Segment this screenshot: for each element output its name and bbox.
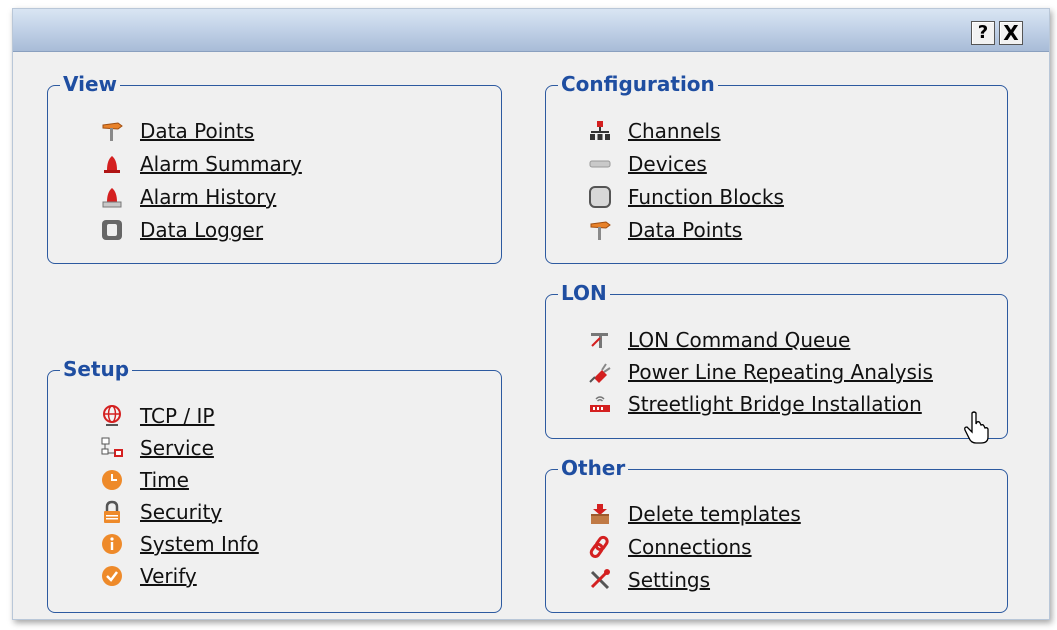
close-button[interactable]: X bbox=[999, 21, 1023, 45]
configuration-group: Configuration Channels Devices Function … bbox=[545, 72, 1008, 264]
view-alarm-summary-link[interactable]: Alarm Summary bbox=[140, 152, 302, 176]
alarm-history-icon bbox=[100, 185, 124, 209]
delete-template-icon bbox=[588, 502, 612, 526]
configuration-channels-link[interactable]: Channels bbox=[628, 119, 721, 143]
other-group-title: Other bbox=[558, 456, 629, 480]
lon-streetlight-bridge-link[interactable]: Streetlight Bridge Installation bbox=[628, 392, 922, 416]
other-item-connections[interactable]: Connections bbox=[588, 532, 752, 562]
view-item-data-logger[interactable]: Data Logger bbox=[100, 215, 263, 245]
view-group: View Data Points Alarm Summary Alarm His… bbox=[47, 72, 502, 264]
setup-item-system-info[interactable]: System Info bbox=[100, 529, 259, 559]
data-point-signpost-icon bbox=[100, 119, 124, 143]
data-logger-icon bbox=[100, 218, 124, 242]
alarm-bell-icon bbox=[100, 152, 124, 176]
lon-item-command-queue[interactable]: LON Command Queue bbox=[588, 325, 850, 355]
network-channels-icon bbox=[588, 119, 612, 143]
setup-security-link[interactable]: Security bbox=[140, 500, 222, 524]
view-item-alarm-summary[interactable]: Alarm Summary bbox=[100, 149, 302, 179]
setup-group-title: Setup bbox=[60, 357, 133, 381]
view-alarm-history-link[interactable]: Alarm History bbox=[140, 185, 276, 209]
lock-icon bbox=[100, 500, 124, 524]
lon-power-line-link[interactable]: Power Line Repeating Analysis bbox=[628, 360, 933, 384]
power-plug-icon bbox=[588, 360, 612, 384]
lon-item-power-line[interactable]: Power Line Repeating Analysis bbox=[588, 357, 933, 387]
service-network-icon bbox=[100, 436, 124, 460]
configuration-item-channels[interactable]: Channels bbox=[588, 116, 721, 146]
other-item-settings[interactable]: Settings bbox=[588, 565, 710, 595]
title-bar: ? X bbox=[13, 9, 1049, 52]
lon-group-title: LON bbox=[558, 281, 610, 305]
lon-command-queue-link[interactable]: LON Command Queue bbox=[628, 328, 850, 352]
configuration-devices-link[interactable]: Devices bbox=[628, 152, 707, 176]
globe-icon bbox=[100, 404, 124, 428]
clock-icon bbox=[100, 468, 124, 492]
setup-item-security[interactable]: Security bbox=[100, 497, 222, 527]
setup-group: Setup TCP / IP Service Time Security Sys… bbox=[47, 357, 502, 613]
configuration-group-title: Configuration bbox=[558, 72, 718, 96]
other-group: Other Delete templates Connections Setti… bbox=[545, 456, 1008, 613]
chain-link-icon bbox=[588, 535, 612, 559]
other-settings-link[interactable]: Settings bbox=[628, 568, 710, 592]
setup-item-service[interactable]: Service bbox=[100, 433, 214, 463]
help-button[interactable]: ? bbox=[971, 21, 995, 45]
configuration-item-data-points[interactable]: Data Points bbox=[588, 215, 742, 245]
device-icon bbox=[588, 152, 612, 176]
view-group-title: View bbox=[60, 72, 121, 96]
configuration-item-devices[interactable]: Devices bbox=[588, 149, 707, 179]
function-block-icon bbox=[588, 185, 612, 209]
info-icon bbox=[100, 532, 124, 556]
setup-item-time[interactable]: Time bbox=[100, 465, 189, 495]
setup-system-info-link[interactable]: System Info bbox=[140, 532, 259, 556]
view-data-points-link[interactable]: Data Points bbox=[140, 119, 254, 143]
setup-item-tcpip[interactable]: TCP / IP bbox=[100, 401, 214, 431]
setup-time-link[interactable]: Time bbox=[140, 468, 189, 492]
dialog-window: ? X View Data Points Alarm Summary Alarm… bbox=[12, 8, 1050, 620]
command-queue-icon bbox=[588, 328, 612, 352]
configuration-function-blocks-link[interactable]: Function Blocks bbox=[628, 185, 784, 209]
view-data-logger-link[interactable]: Data Logger bbox=[140, 218, 263, 242]
other-delete-templates-link[interactable]: Delete templates bbox=[628, 502, 801, 526]
setup-item-verify[interactable]: Verify bbox=[100, 561, 197, 591]
setup-service-link[interactable]: Service bbox=[140, 436, 214, 460]
configuration-item-function-blocks[interactable]: Function Blocks bbox=[588, 182, 784, 212]
view-item-data-points[interactable]: Data Points bbox=[100, 116, 254, 146]
hand-cursor-icon bbox=[964, 411, 989, 444]
configuration-data-points-link[interactable]: Data Points bbox=[628, 218, 742, 242]
lon-item-streetlight-bridge[interactable]: Streetlight Bridge Installation bbox=[588, 389, 922, 419]
setup-verify-link[interactable]: Verify bbox=[140, 564, 197, 588]
checkmark-icon bbox=[100, 564, 124, 588]
view-item-alarm-history[interactable]: Alarm History bbox=[100, 182, 276, 212]
other-item-delete-templates[interactable]: Delete templates bbox=[588, 499, 801, 529]
lon-group: LON LON Command Queue Power Line Repeati… bbox=[545, 281, 1008, 439]
wireless-bridge-icon bbox=[588, 392, 612, 416]
data-point-signpost-icon bbox=[588, 218, 612, 242]
setup-tcpip-link[interactable]: TCP / IP bbox=[140, 404, 214, 428]
tools-icon bbox=[588, 568, 612, 592]
other-connections-link[interactable]: Connections bbox=[628, 535, 752, 559]
